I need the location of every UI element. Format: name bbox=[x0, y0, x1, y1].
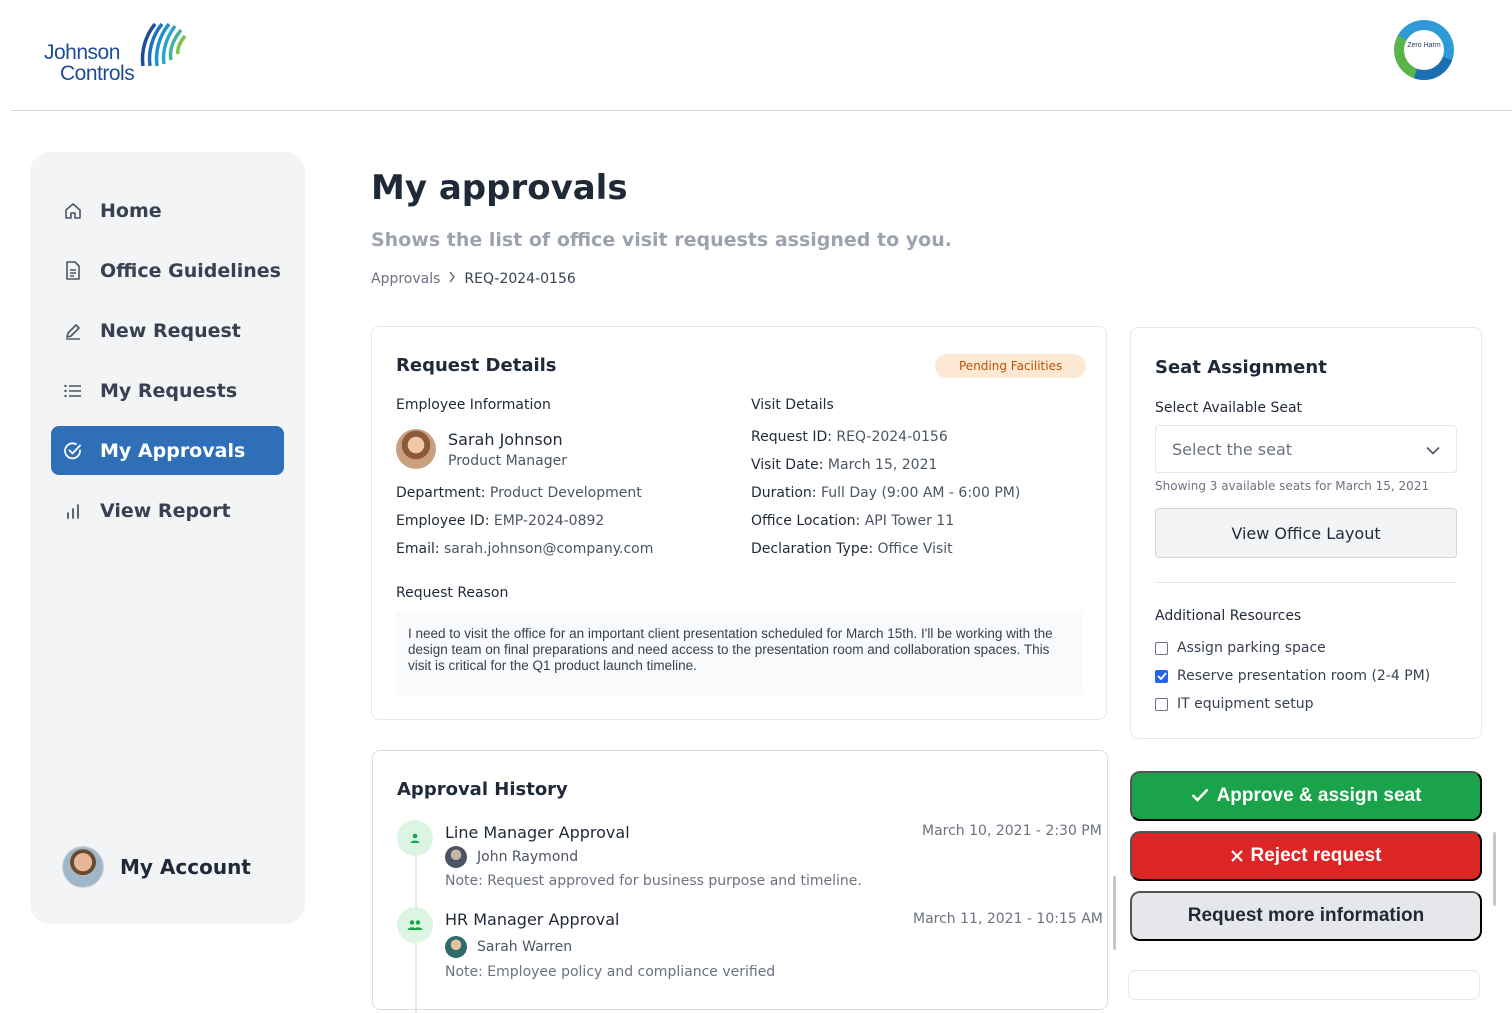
employee-email: Email: sarah.johnson@company.com bbox=[396, 541, 654, 557]
logo-wordmark: Johnson Controls bbox=[44, 41, 135, 85]
employee-id: Employee ID: EMP-2024-0892 bbox=[396, 513, 605, 529]
history-scrollbar[interactable] bbox=[1113, 876, 1116, 950]
account-label: My Account bbox=[120, 855, 251, 879]
breadcrumb: Approvals REQ-2024-0156 bbox=[371, 271, 576, 287]
app-header: Johnson Controls Zero Harm bbox=[0, 0, 1512, 112]
status-badge: Pending Facilities bbox=[935, 354, 1087, 378]
request-details-title: Request Details bbox=[396, 355, 557, 376]
seat-select-value: Select the seat bbox=[1172, 439, 1293, 459]
visit-details-label: Visit Details bbox=[751, 397, 834, 413]
employee-name: Sarah Johnson bbox=[448, 430, 563, 449]
request-reason-label: Request Reason bbox=[396, 585, 509, 601]
sidebar-item-my-requests[interactable]: My Requests bbox=[51, 366, 284, 415]
additional-resources-label: Additional Resources bbox=[1155, 608, 1302, 624]
bar-chart-icon bbox=[63, 501, 83, 521]
employee-department: Department: Product Development bbox=[396, 485, 642, 501]
document-icon bbox=[63, 261, 83, 281]
sidebar-item-new-request[interactable]: New Request bbox=[51, 306, 284, 355]
history-entry-note: Note: Request approved for business purp… bbox=[445, 873, 862, 889]
breadcrumb-current: REQ-2024-0156 bbox=[464, 271, 576, 287]
approve-assign-seat-button[interactable]: Approve & assign seat bbox=[1130, 771, 1482, 821]
request-reason-text: I need to visit the office for an import… bbox=[396, 611, 1083, 695]
sidebar: Home Office Guidelines New Request My Re… bbox=[30, 152, 305, 924]
logo-mark-icon bbox=[140, 22, 187, 67]
page-subtitle: Shows the list of office visit requests … bbox=[371, 229, 952, 251]
group-icon bbox=[397, 907, 433, 943]
history-entry-title: HR Manager Approval bbox=[445, 910, 620, 929]
zero-harm-badge-icon: Zero Harm bbox=[1394, 20, 1454, 80]
home-icon bbox=[63, 201, 83, 221]
sidebar-item-office-guidelines[interactable]: Office Guidelines bbox=[51, 246, 284, 295]
sidebar-item-label: Home bbox=[100, 199, 162, 222]
history-entry-approver: John Raymond bbox=[445, 846, 578, 868]
johnson-controls-logo[interactable]: Johnson Controls bbox=[44, 22, 194, 86]
request-details-card: Request Details Pending Facilities Emplo… bbox=[371, 326, 1107, 720]
select-seat-label: Select Available Seat bbox=[1155, 400, 1303, 416]
seat-select[interactable]: Select the seat bbox=[1155, 425, 1457, 473]
sidebar-item-label: My Requests bbox=[100, 379, 238, 402]
sidebar-item-label: New Request bbox=[100, 319, 241, 342]
list-icon bbox=[63, 381, 83, 401]
available-seats-hint: Showing 3 available seats for March 15, … bbox=[1155, 479, 1430, 493]
avatar bbox=[445, 846, 467, 868]
page-scrollbar[interactable] bbox=[1493, 832, 1496, 906]
sidebar-item-view-report[interactable]: View Report bbox=[51, 486, 284, 535]
sidebar-item-label: Office Guidelines bbox=[100, 259, 281, 282]
checkbox-checked-icon[interactable] bbox=[1155, 669, 1168, 683]
checkmark-icon bbox=[1191, 785, 1209, 808]
visit-duration: Duration: Full Day (9:00 AM - 6:00 PM) bbox=[751, 485, 1021, 501]
visit-date: Visit Date: March 15, 2021 bbox=[751, 457, 938, 473]
visit-request-id: Request ID: REQ-2024-0156 bbox=[751, 429, 948, 445]
history-entry-date: March 11, 2021 - 10:15 AM bbox=[913, 911, 1103, 927]
avatar bbox=[445, 936, 467, 958]
sidebar-item-my-approvals[interactable]: My Approvals bbox=[51, 426, 284, 475]
employee-role: Product Manager bbox=[448, 453, 567, 469]
history-entry-note: Note: Employee policy and compliance ver… bbox=[445, 964, 776, 980]
approval-history-card: Approval History Line Manager Approval M… bbox=[372, 750, 1108, 1013]
history-entry-date: March 10, 2021 - 2:30 PM bbox=[922, 823, 1102, 839]
seat-assignment-title: Seat Assignment bbox=[1155, 357, 1327, 378]
parking-space-checkbox[interactable]: Assign parking space bbox=[1155, 640, 1326, 656]
request-more-info-button[interactable]: Request more information bbox=[1130, 891, 1482, 941]
employee-info-label: Employee Information bbox=[396, 397, 551, 413]
header-divider bbox=[11, 110, 1512, 111]
sidebar-item-label: My Approvals bbox=[100, 439, 246, 462]
it-equipment-checkbox[interactable]: IT equipment setup bbox=[1155, 696, 1314, 712]
employee-avatar bbox=[396, 429, 436, 469]
card-below-fold bbox=[1128, 970, 1480, 1000]
presentation-room-checkbox[interactable]: Reserve presentation room (2-4 PM) bbox=[1155, 668, 1430, 684]
visit-location: Office Location: API Tower 11 bbox=[751, 513, 955, 529]
chevron-right-icon bbox=[448, 271, 456, 287]
sidebar-item-label: View Report bbox=[100, 499, 231, 522]
divider bbox=[1155, 582, 1457, 583]
seat-assignment-card: Seat Assignment Select Available Seat Se… bbox=[1130, 327, 1482, 739]
breadcrumb-approvals[interactable]: Approvals bbox=[371, 271, 440, 287]
close-icon bbox=[1230, 845, 1243, 868]
sidebar-item-home[interactable]: Home bbox=[51, 186, 284, 235]
checkbox-unchecked[interactable] bbox=[1155, 641, 1168, 655]
person-icon bbox=[397, 820, 433, 856]
my-account-link[interactable]: My Account bbox=[62, 846, 251, 888]
history-entry-approver: Sarah Warren bbox=[445, 936, 572, 958]
history-entry-title: Line Manager Approval bbox=[445, 823, 630, 842]
pencil-icon bbox=[63, 321, 83, 341]
approval-history-title: Approval History bbox=[397, 779, 568, 800]
page-title: My approvals bbox=[371, 168, 628, 208]
checkbox-unchecked[interactable] bbox=[1155, 697, 1168, 711]
badge-text: Zero Harm bbox=[1404, 30, 1444, 70]
view-office-layout-button[interactable]: View Office Layout bbox=[1155, 508, 1457, 558]
check-circle-icon bbox=[63, 441, 83, 461]
avatar bbox=[62, 846, 104, 888]
visit-declaration-type: Declaration Type: Office Visit bbox=[751, 541, 953, 557]
reject-request-button[interactable]: Reject request bbox=[1130, 831, 1482, 881]
chevron-down-icon bbox=[1426, 440, 1440, 459]
